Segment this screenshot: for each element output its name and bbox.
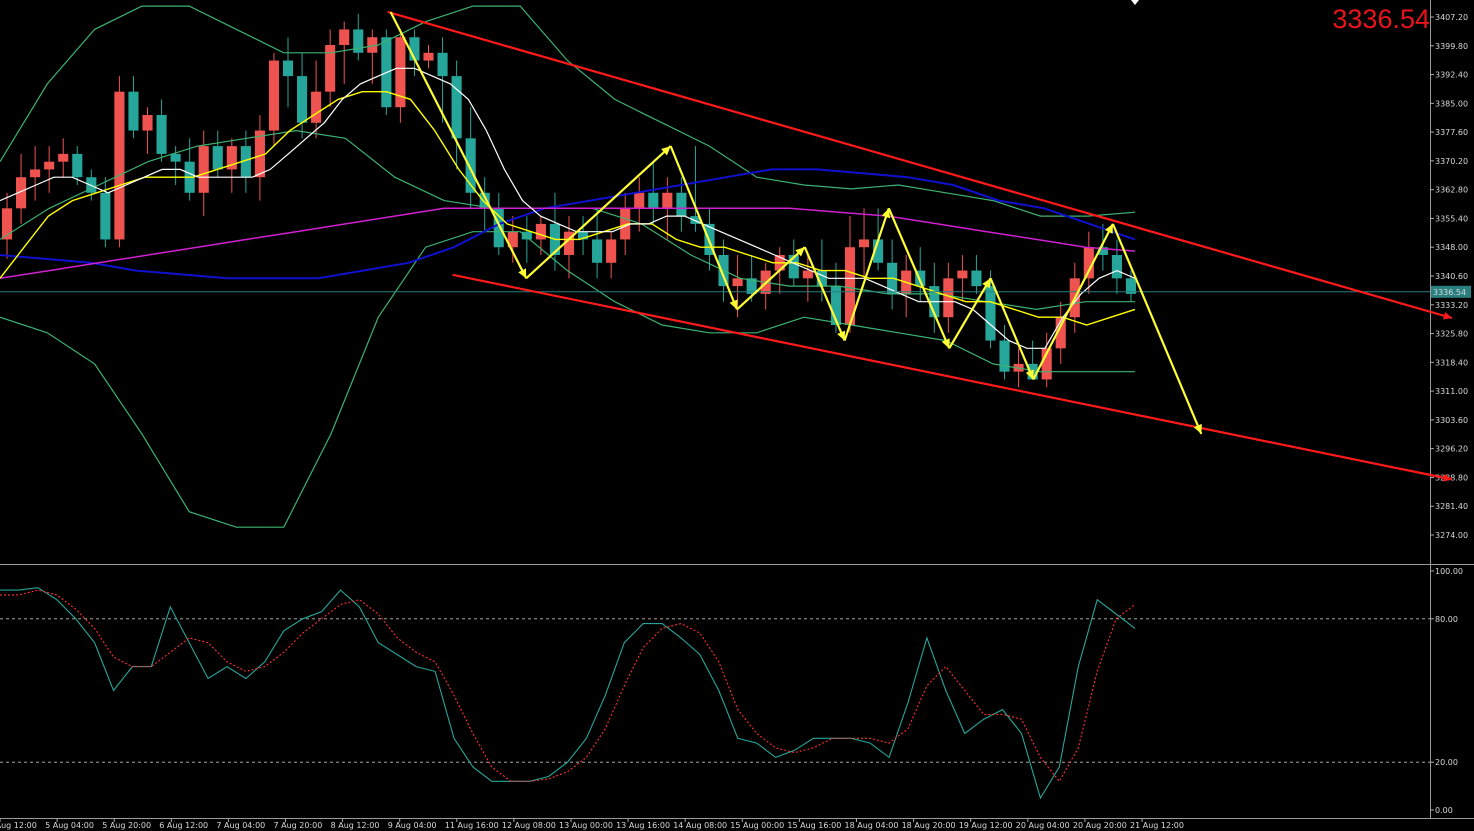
candle-body <box>732 278 743 287</box>
y-tick-label: 3348.00 <box>1435 243 1468 252</box>
candle-body <box>128 91 139 131</box>
candle-body <box>648 192 659 209</box>
candle-body <box>493 208 504 248</box>
y-tick-label: 3281.40 <box>1435 502 1468 511</box>
bollinger-upper-line <box>0 5 1136 217</box>
candle-body <box>282 60 294 77</box>
candle-body <box>999 340 1010 372</box>
candle-body <box>957 270 968 279</box>
candles-group <box>1 13 1137 388</box>
candle-body <box>858 239 870 248</box>
x-tick-label: 7 Aug 04:00 <box>216 821 265 830</box>
candle-body <box>339 29 350 45</box>
x-tick-label: 12 Aug 08:00 <box>502 821 556 830</box>
y-tick-label: 3296.20 <box>1435 445 1468 454</box>
candle-body <box>58 153 69 162</box>
candle-body <box>156 115 167 154</box>
y-tick-label: 3385.00 <box>1435 99 1468 108</box>
y-tick-label: 3333.20 <box>1435 301 1468 310</box>
x-tick-label: 8 Aug 12:00 <box>331 821 380 830</box>
candle-body <box>198 146 209 193</box>
y-tick-label: 3311.00 <box>1435 387 1468 396</box>
y-tick-label: 3399.80 <box>1435 42 1468 51</box>
candle-body <box>311 91 322 123</box>
x-tick-label: 15 Aug 00:00 <box>730 821 784 830</box>
candle-body <box>30 169 41 178</box>
y-tick-label: 3407.20 <box>1435 13 1468 22</box>
chart-window: 3407.20 3399.80 3392.40 3385.00 3377.60 3370.… <box>0 0 1474 831</box>
candle-body <box>606 239 617 263</box>
y-tick-label: 3303.60 <box>1435 416 1468 425</box>
osc-y-tick-label: 80.00 <box>1435 615 1458 624</box>
y-tick-label: 3274.00 <box>1435 531 1468 540</box>
candle-body <box>212 146 223 170</box>
candle-body <box>72 153 83 178</box>
x-tick-label: 20 Aug 04:00 <box>1016 821 1070 830</box>
candle-body <box>142 115 153 131</box>
candle-body <box>592 239 603 263</box>
x-tick-label: 18 Aug 20:00 <box>902 821 956 830</box>
candle-body <box>44 161 55 170</box>
x-tick-label: 9 Aug 04:00 <box>388 821 437 830</box>
wave-segment <box>1111 223 1203 435</box>
osc-y-tick-label: 100.00 <box>1435 567 1463 576</box>
y-tick-label: 3318.40 <box>1435 358 1468 367</box>
x-tick-label: 11 Aug 16:00 <box>445 821 499 830</box>
stochastic-main-line <box>0 587 1136 800</box>
osc-y-tick-label: 0.00 <box>1435 806 1453 815</box>
wave-segment <box>389 11 528 279</box>
y-tick-label: 3377.60 <box>1435 128 1468 137</box>
x-tick-label: 15 Aug 16:00 <box>787 821 841 830</box>
x-tick-label: 5 Aug 20:00 <box>102 821 151 830</box>
candle-body <box>535 223 546 240</box>
x-tick-label: 18 Aug 04:00 <box>845 821 899 830</box>
wave-segment <box>669 145 739 310</box>
wave-segment <box>948 277 992 349</box>
candle-body <box>662 192 673 209</box>
candle-body <box>268 60 280 131</box>
x-tick-label: 4 Aug 12:00 <box>0 821 37 830</box>
candle-body <box>114 91 125 240</box>
candle-body <box>971 270 982 287</box>
x-tick-label: 19 Aug 12:00 <box>959 821 1013 830</box>
x-tick-label: 21 Aug 12:00 <box>1130 821 1184 830</box>
candle-body <box>297 76 308 123</box>
candle-body <box>985 286 996 341</box>
x-tick-label: 7 Aug 20:00 <box>274 821 323 830</box>
candle-body <box>437 52 448 77</box>
x-tick-label: 5 Aug 04:00 <box>45 821 94 830</box>
y-tick-label: 3355.40 <box>1435 214 1468 223</box>
candle-body <box>521 231 532 240</box>
candle-body <box>634 192 645 209</box>
chart-svg: 3407.20 3399.80 3392.40 3385.00 3377.60 3370.… <box>0 0 1474 830</box>
x-tick-label: 20 Aug 20:00 <box>1073 821 1127 830</box>
osc-y-tick-label: 20.00 <box>1435 758 1458 767</box>
candle-body <box>100 192 111 240</box>
wave-segment <box>887 207 951 349</box>
x-tick-label: 6 Aug 12:00 <box>159 821 208 830</box>
candle-body <box>802 270 813 279</box>
y-tick-label: 3340.60 <box>1435 272 1468 281</box>
y-tick-label: 3392.40 <box>1435 71 1468 80</box>
candle-body <box>170 153 181 162</box>
y-tick-label: 3325.80 <box>1435 330 1468 339</box>
x-tick-label: 13 Aug 16:00 <box>616 821 670 830</box>
current-price-label: 3336.54 <box>1332 4 1430 34</box>
candle-body <box>676 192 687 217</box>
y-tick-label: 3362.80 <box>1435 186 1468 195</box>
x-tick-label: 13 Aug 00:00 <box>559 821 613 830</box>
candle-body <box>1111 255 1122 279</box>
bollinger-middle-line <box>0 129 1135 311</box>
x-tick-label: 14 Aug 08:00 <box>673 821 727 830</box>
moving-average-blue-line <box>0 168 1136 280</box>
y-tick-label: 3370.20 <box>1435 157 1468 166</box>
top-marker-icon <box>1131 0 1139 5</box>
candle-body <box>423 52 434 61</box>
current-price-tag-label: 3336.54 <box>1433 288 1466 297</box>
